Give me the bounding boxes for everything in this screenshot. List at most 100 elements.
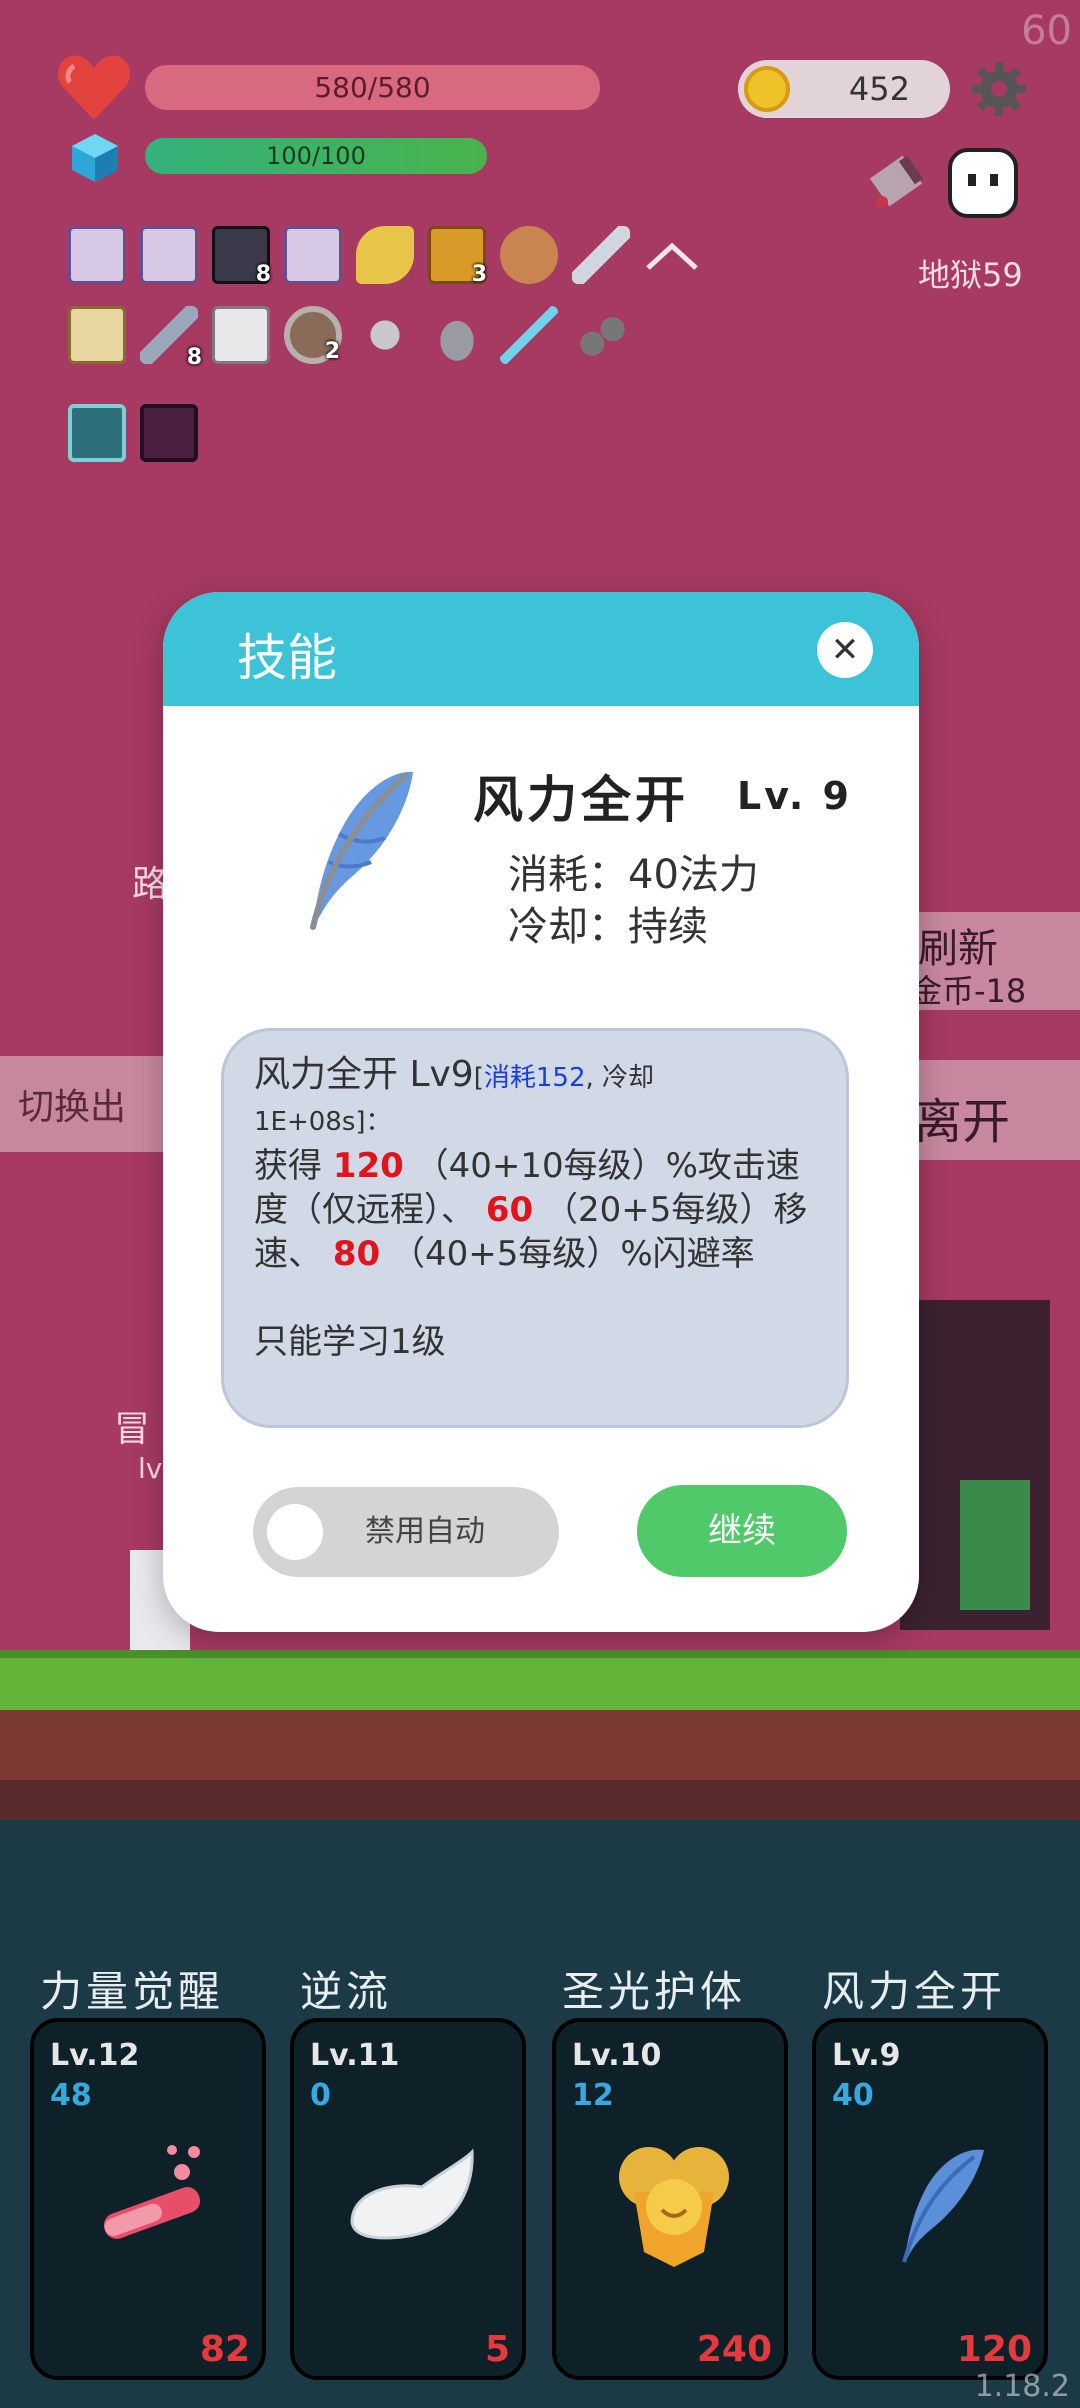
- desc-cooldown: , 冷却: [585, 1063, 655, 1093]
- skill-value: 82: [199, 2329, 250, 2370]
- ground-grass: [0, 1650, 1080, 1710]
- enemy-character: [960, 1480, 1030, 1610]
- chevron-up-icon[interactable]: [644, 238, 700, 274]
- item-count: 3: [471, 262, 487, 287]
- skill-name-label: 圣光护体: [562, 1967, 747, 2016]
- desc-gain: 获得: [254, 1146, 322, 1186]
- skill-cost: 40: [832, 2078, 874, 2113]
- desc-heading: 风力全开 Lv9: [254, 1054, 474, 1095]
- desc-value-1: 120: [332, 1146, 404, 1186]
- item-count: 8: [255, 262, 271, 287]
- skill-level: Lv.12: [50, 2038, 140, 2073]
- skill-level: Lv. 9: [737, 774, 852, 818]
- inventory-row-3: [68, 404, 198, 468]
- potion-icon: [103, 2145, 201, 2239]
- shield-icon[interactable]: 2: [284, 306, 342, 364]
- skill-title: 风力全开: [473, 771, 689, 829]
- switch-label: 切换出: [18, 1087, 127, 1128]
- skill-level: Lv.11: [310, 2038, 400, 2073]
- ground-dirt-dark: [0, 1780, 1080, 1820]
- leave-button[interactable]: 离开: [900, 1060, 1080, 1160]
- skill-cost-line: 消耗：40法力: [508, 852, 759, 898]
- mana-crystal-icon: [72, 134, 118, 182]
- desc-cooldown-value: 1E+08s]：: [254, 1107, 392, 1137]
- skill-name-label: 力量觉醒: [40, 1967, 225, 2016]
- coin-icon: [744, 66, 790, 112]
- skill-card[interactable]: Lv.11 0 5: [290, 2018, 526, 2380]
- desc-cost: 消耗152: [483, 1063, 586, 1093]
- item-count: 8: [186, 345, 202, 370]
- skill-card[interactable]: Lv.10 12 240: [552, 2018, 788, 2380]
- skill-value: 5: [484, 2329, 510, 2370]
- desc-value-3: 80: [332, 1234, 381, 1274]
- gear-icon[interactable]: [970, 60, 1028, 118]
- version-label: 1.18.2: [974, 2369, 1070, 2404]
- hell-level-label: 地狱59: [918, 256, 1023, 294]
- inventory-row-1: 8 3: [68, 226, 708, 290]
- dialog-title: 技能: [237, 629, 337, 687]
- demon-rune-icon[interactable]: [140, 404, 198, 462]
- magic-wand-icon[interactable]: [356, 226, 414, 284]
- skill-cost: 48: [50, 2078, 92, 2113]
- skill-level: Lv.9: [832, 2038, 901, 2073]
- sword-icon[interactable]: 8: [140, 306, 202, 370]
- skill-name-label: 风力全开: [822, 1967, 1007, 2016]
- skill-card[interactable]: Lv.12 48 82: [30, 2018, 266, 2380]
- desc-note: 只能学习1级: [254, 1322, 446, 1362]
- close-icon: ✕: [830, 630, 860, 670]
- toggle-knob: [267, 1504, 323, 1560]
- scroll-icon[interactable]: [68, 226, 126, 284]
- skill-cost: 12: [572, 2078, 614, 2113]
- skill-value: 120: [956, 2329, 1032, 2370]
- refresh-button[interactable]: 刷新 金币-18: [900, 912, 1080, 1010]
- bombs-icon[interactable]: [572, 306, 630, 364]
- disable-auto-toggle[interactable]: 禁用自动: [253, 1487, 559, 1577]
- coin-amount: 452: [848, 70, 910, 108]
- holy-shield-icon: [619, 2147, 729, 2267]
- viking-helmet-icon[interactable]: [428, 306, 486, 364]
- desc-part-3: （40+5每级）%闪避率: [390, 1234, 755, 1274]
- coin-counter: 452: [738, 60, 950, 118]
- skill-cost: 0: [310, 2078, 331, 2113]
- item-count: 2: [324, 339, 340, 364]
- scroll-icon[interactable]: [140, 226, 198, 284]
- meat-icon[interactable]: [500, 226, 558, 284]
- skill-name-label: 逆流: [300, 1967, 393, 2016]
- skill-cooldown-line: 冷却：持续: [508, 904, 708, 950]
- desc-value-2: 60: [485, 1190, 534, 1230]
- desc-bracket: [: [473, 1063, 484, 1093]
- level-label: lv: [138, 1452, 163, 1485]
- map-icon[interactable]: [68, 306, 126, 364]
- envelope-icon[interactable]: [212, 306, 270, 364]
- sword-icon[interactable]: [572, 226, 630, 284]
- leave-label: 离开: [914, 1094, 1011, 1150]
- skill-description: 风力全开 Lv9[消耗152, 冷却 1E+08s]： 获得 120 （40+1…: [221, 1028, 849, 1428]
- feather-icon: [902, 2149, 984, 2263]
- ghost-icon[interactable]: [946, 146, 1020, 222]
- mp-bar: 100/100: [145, 138, 487, 174]
- skill-value: 240: [696, 2329, 772, 2370]
- wing-icon: [350, 2148, 474, 2240]
- mace-icon[interactable]: [356, 306, 414, 364]
- close-button[interactable]: ✕: [817, 622, 873, 678]
- hp-bar: 580/580: [145, 65, 600, 110]
- scroll-icon[interactable]: [284, 226, 342, 284]
- hp-text: 580/580: [314, 71, 431, 104]
- fps-counter: 60: [1021, 8, 1072, 54]
- spell-book-icon[interactable]: 3: [428, 226, 487, 287]
- cleaver-icon[interactable]: [862, 146, 942, 226]
- heart-icon: [57, 55, 131, 120]
- switch-panel[interactable]: 切换出: [0, 1056, 180, 1152]
- inventory-row-2: 8 2: [68, 306, 668, 370]
- skill-level: Lv.10: [572, 2038, 662, 2073]
- dagger-icon[interactable]: [500, 306, 558, 364]
- continue-button[interactable]: 继续: [637, 1485, 847, 1577]
- skill-card[interactable]: Lv.9 40 120: [812, 2018, 1048, 2380]
- skull-book-icon[interactable]: 8: [212, 226, 271, 287]
- toggle-label: 禁用自动: [365, 1514, 485, 1549]
- feather-icon: [310, 771, 413, 930]
- adventure-label: 冒: [114, 1409, 151, 1450]
- lightbulb-rune-icon[interactable]: [68, 404, 126, 462]
- refresh-cost: 金币-18: [910, 972, 1027, 1010]
- mp-text: 100/100: [266, 142, 366, 170]
